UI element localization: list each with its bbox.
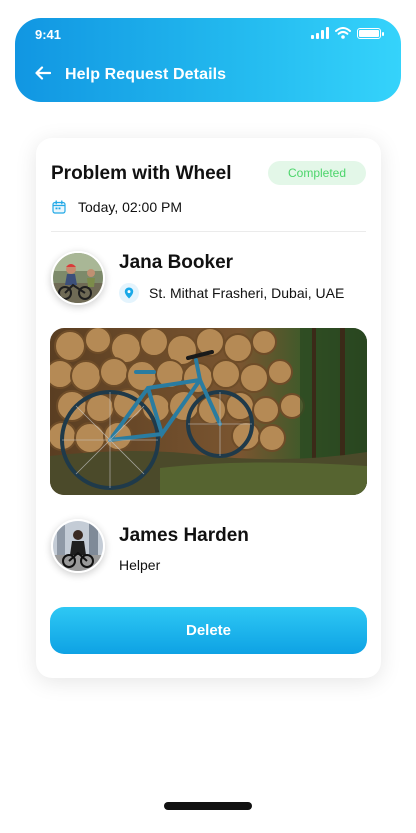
status-icons [311, 27, 384, 39]
wifi-icon [335, 27, 351, 39]
signal-icon [311, 27, 329, 39]
back-button[interactable] [33, 63, 53, 83]
calendar-icon [52, 200, 66, 214]
arrow-left-icon [35, 66, 51, 80]
requester-location: St. Mithat Frasheri, Dubai, UAE [149, 285, 345, 301]
status-time: 9:41 [35, 27, 62, 42]
helper-role: Helper [119, 557, 161, 573]
helper-avatar[interactable] [51, 519, 105, 573]
app-header: 9:41 Help Request Details [15, 18, 401, 102]
home-indicator [164, 802, 252, 810]
page-title: Help Request Details [65, 66, 227, 83]
battery-icon [357, 27, 384, 39]
delete-button[interactable]: Delete [50, 607, 367, 654]
request-card: Problem with Wheel Completed Today, 02:0… [36, 138, 381, 678]
status-badge: Completed [268, 161, 366, 185]
request-datetime: Today, 02:00 PM [78, 199, 183, 215]
date-row: Today, 02:00 PM [52, 199, 182, 215]
helper-name: James Harden [119, 525, 249, 546]
requester-avatar[interactable] [51, 251, 105, 305]
location-pin-icon [119, 283, 139, 303]
request-title: Problem with Wheel [51, 163, 232, 184]
divider [51, 231, 366, 232]
requester-name: Jana Booker [119, 252, 234, 273]
location-row: St. Mithat Frasheri, Dubai, UAE [119, 283, 344, 303]
problem-photo[interactable] [50, 328, 367, 495]
